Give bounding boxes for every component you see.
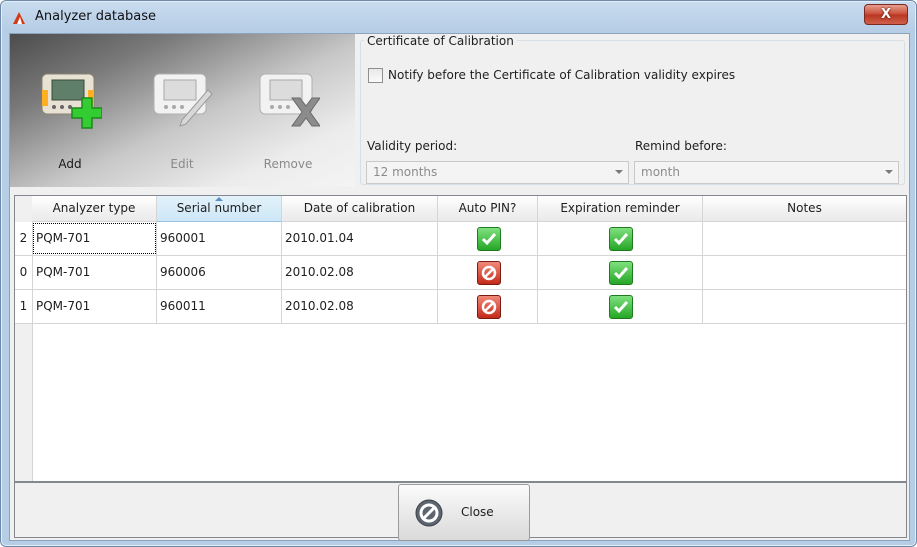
check-icon	[476, 227, 501, 251]
table-row[interactable]: 1 PQM-701 960011 2010.02.08	[15, 290, 906, 324]
client-area: Add Edit Remove Certificate of Calibrati…	[9, 33, 910, 541]
sort-ascending-icon	[215, 197, 223, 201]
expiration-reminder-cell[interactable]	[538, 222, 703, 255]
check-icon	[609, 295, 633, 319]
column-header-serial-number[interactable]: Serial number	[157, 196, 282, 222]
notes-cell[interactable]	[703, 290, 906, 323]
edit-button[interactable]: Edit	[132, 52, 232, 187]
close-button[interactable]: Close	[398, 484, 530, 541]
analyzer-type-cell[interactable]: PQM-701	[32, 222, 157, 255]
remove-analyzer-icon	[259, 73, 320, 127]
remove-button[interactable]: Remove	[238, 52, 338, 187]
remind-before-select[interactable]: month	[634, 161, 899, 184]
column-header-date-of-calibration[interactable]: Date of calibration	[282, 196, 438, 222]
serial-number-cell[interactable]: 960011	[157, 290, 282, 323]
check-icon	[609, 227, 633, 251]
footer-panel: Close	[14, 482, 907, 541]
row-index: 0	[15, 256, 32, 289]
toolbar-panel: Add Edit Remove	[10, 34, 355, 187]
cancel-icon	[415, 499, 443, 527]
add-analyzer-icon	[41, 73, 102, 129]
notify-checkbox[interactable]	[368, 68, 383, 83]
table-row[interactable]: 2 PQM-701 960001 2010.01.04	[15, 222, 906, 256]
check-icon	[609, 261, 633, 285]
analyzer-table: Analyzer type Serial number Date of cali…	[14, 195, 907, 482]
add-label: Add	[58, 157, 82, 171]
column-header-expiration-reminder[interactable]: Expiration reminder	[538, 196, 703, 222]
expiration-reminder-cell[interactable]	[538, 256, 703, 289]
app-logo-icon	[13, 12, 25, 24]
expiration-reminder-cell[interactable]	[538, 290, 703, 323]
window-close-button[interactable]: X	[864, 4, 908, 25]
analyzer-database-window: Analyzer database X Add Edit Remove Cert…	[0, 0, 917, 547]
edit-label: Edit	[170, 157, 194, 171]
analyzer-type-cell[interactable]: PQM-701	[32, 290, 157, 323]
disabled-icon	[476, 295, 501, 319]
serial-number-header-label: Serial number	[176, 201, 262, 215]
table-row[interactable]: 0 PQM-701 960006 2010.02.08	[15, 256, 906, 290]
serial-number-cell[interactable]: 960006	[157, 256, 282, 289]
auto-pin-cell[interactable]	[438, 256, 538, 289]
analyzer-type-cell[interactable]: PQM-701	[32, 256, 157, 289]
notify-checkbox-label: Notify before the Certificate of Calibra…	[388, 68, 736, 82]
remind-before-value: month	[641, 165, 680, 179]
date-cell[interactable]: 2010.02.08	[282, 256, 438, 289]
remind-before-label: Remind before:	[635, 139, 727, 153]
validity-period-label: Validity period:	[367, 139, 458, 153]
serial-number-cell[interactable]: 960001	[157, 222, 282, 255]
disabled-icon	[476, 261, 501, 285]
date-cell[interactable]: 2010.01.04	[282, 222, 438, 255]
notes-cell[interactable]	[703, 256, 906, 289]
close-button-label: Close	[461, 505, 494, 519]
row-index: 2	[15, 222, 32, 255]
validity-period-value: 12 months	[373, 165, 438, 179]
notes-cell[interactable]	[703, 222, 906, 255]
column-header-analyzer-type[interactable]: Analyzer type	[32, 196, 157, 222]
date-cell[interactable]: 2010.02.08	[282, 290, 438, 323]
title-bar: Analyzer database X	[1, 1, 916, 33]
remove-label: Remove	[263, 157, 313, 171]
auto-pin-cell[interactable]	[438, 290, 538, 323]
validity-period-select[interactable]: 12 months	[366, 161, 629, 184]
column-header-notes[interactable]: Notes	[703, 196, 906, 222]
column-header-auto-pin[interactable]: Auto PIN?	[438, 196, 538, 222]
add-button[interactable]: Add	[20, 52, 120, 187]
edit-analyzer-icon	[153, 73, 213, 127]
certificate-group-title: Certificate of Calibration	[364, 34, 517, 48]
row-index: 1	[15, 290, 32, 323]
chevron-down-icon	[615, 170, 623, 174]
chevron-down-icon	[885, 170, 893, 174]
window-title: Analyzer database	[35, 9, 156, 24]
auto-pin-cell[interactable]	[438, 222, 538, 255]
